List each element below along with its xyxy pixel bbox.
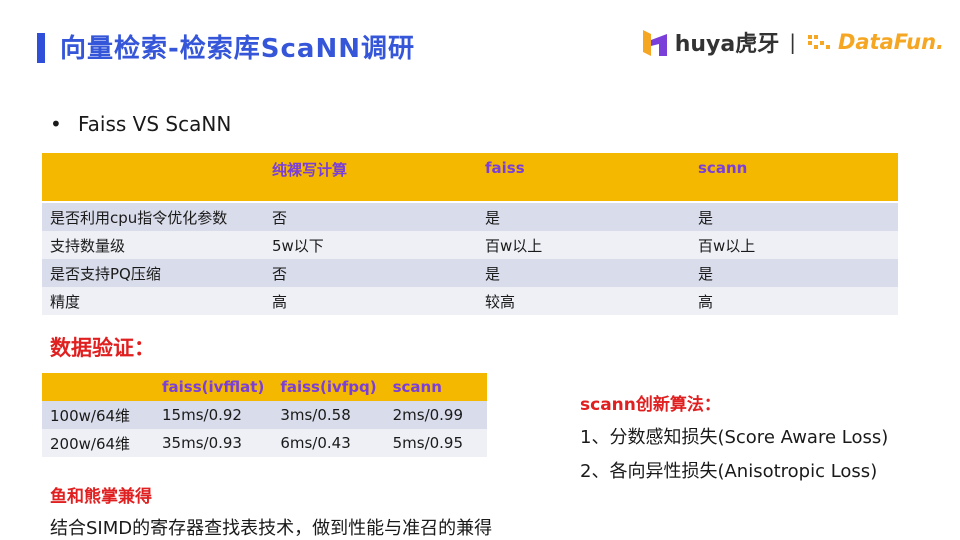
table-cell: 5w以下 bbox=[264, 231, 477, 259]
table-cell: 35ms/0.93 bbox=[154, 429, 273, 457]
table-header-cell: faiss bbox=[477, 153, 690, 202]
table-header-cell: faiss(ivfpq) bbox=[272, 373, 385, 401]
table-cell: 200w/64维 bbox=[42, 429, 154, 457]
algorithm-section-title: scann创新算法： bbox=[580, 395, 721, 415]
title-accent-bar bbox=[37, 33, 45, 63]
table-cell: 支持数量级 bbox=[42, 231, 264, 259]
bullet-dot: • bbox=[50, 112, 62, 136]
table-row: 是否支持PQ压缩 否 是 是 bbox=[42, 259, 898, 287]
datafun-logo-text: DataFun. bbox=[837, 30, 944, 54]
header-logos: huya虎牙 | DataFun. bbox=[641, 24, 944, 60]
table-row: 是否利用cpu指令优化参数 否 是 是 bbox=[42, 201, 898, 231]
table-cell: 5ms/0.95 bbox=[384, 429, 487, 457]
table-row: 100w/64维 15ms/0.92 3ms/0.58 2ms/0.99 bbox=[42, 401, 487, 429]
table-cell: 是 bbox=[690, 259, 898, 287]
table-cell: 高 bbox=[264, 287, 477, 315]
algorithm-item: 2、各向异性损失(Anisotropic Loss) bbox=[580, 461, 878, 482]
fish-section-body: 结合SIMD的寄存器查找表技术，做到性能与准召的兼得 bbox=[50, 518, 493, 539]
table-header-cell: scann bbox=[384, 373, 487, 401]
algorithm-item: 1、分数感知损失(Score Aware Loss) bbox=[580, 427, 889, 448]
table-header-row: faiss(ivfflat) faiss(ivfpq) scann bbox=[42, 373, 487, 401]
table-row: 200w/64维 35ms/0.93 6ms/0.43 5ms/0.95 bbox=[42, 429, 487, 457]
table-cell: 否 bbox=[264, 259, 477, 287]
huya-logo-icon bbox=[642, 30, 667, 56]
table-header-row: 纯裸写计算 faiss scann bbox=[42, 153, 898, 202]
table-cell: 100w/64维 bbox=[42, 401, 154, 429]
table-header-cell: 纯裸写计算 bbox=[264, 153, 477, 202]
bullet-text: Faiss VS ScaNN bbox=[78, 112, 232, 136]
fish-section-title: 鱼和熊掌兼得 bbox=[50, 487, 152, 507]
verify-section-title: 数据验证： bbox=[50, 336, 155, 360]
table-row: 支持数量级 5w以下 百w以上 百w以上 bbox=[42, 231, 898, 259]
table-cell: 百w以上 bbox=[477, 231, 690, 259]
logo-separator: | bbox=[789, 30, 796, 54]
table-row: 精度 高 较高 高 bbox=[42, 287, 898, 315]
table-header-cell: faiss(ivfflat) bbox=[154, 373, 273, 401]
comparison-table: 纯裸写计算 faiss scann 是否利用cpu指令优化参数 否 是 是 支持… bbox=[42, 153, 898, 315]
table-cell: 15ms/0.92 bbox=[154, 401, 273, 429]
datafun-logo-icon bbox=[807, 35, 830, 49]
table-header-cell: scann bbox=[690, 153, 898, 202]
table-header-cell bbox=[42, 153, 264, 202]
table-cell: 是否利用cpu指令优化参数 bbox=[42, 201, 264, 231]
bullet-item: • Faiss VS ScaNN bbox=[50, 112, 231, 136]
benchmark-table: faiss(ivfflat) faiss(ivfpq) scann 100w/6… bbox=[42, 373, 487, 457]
table-cell: 否 bbox=[264, 201, 477, 231]
table-cell: 是 bbox=[477, 259, 690, 287]
table-cell: 3ms/0.58 bbox=[272, 401, 385, 429]
table-cell: 2ms/0.99 bbox=[384, 401, 487, 429]
table-cell: 是 bbox=[477, 201, 690, 231]
huya-logo-text: huya虎牙 bbox=[674, 32, 780, 57]
table-cell: 高 bbox=[690, 287, 898, 315]
table-cell: 是否支持PQ压缩 bbox=[42, 259, 264, 287]
table-header-cell bbox=[42, 373, 154, 401]
table-cell: 百w以上 bbox=[690, 231, 898, 259]
table-cell: 6ms/0.43 bbox=[272, 429, 385, 457]
table-cell: 是 bbox=[690, 201, 898, 231]
table-cell: 较高 bbox=[477, 287, 690, 315]
table-cell: 精度 bbox=[42, 287, 264, 315]
page-title: 向量检索-检索库ScaNN调研 bbox=[60, 34, 415, 64]
